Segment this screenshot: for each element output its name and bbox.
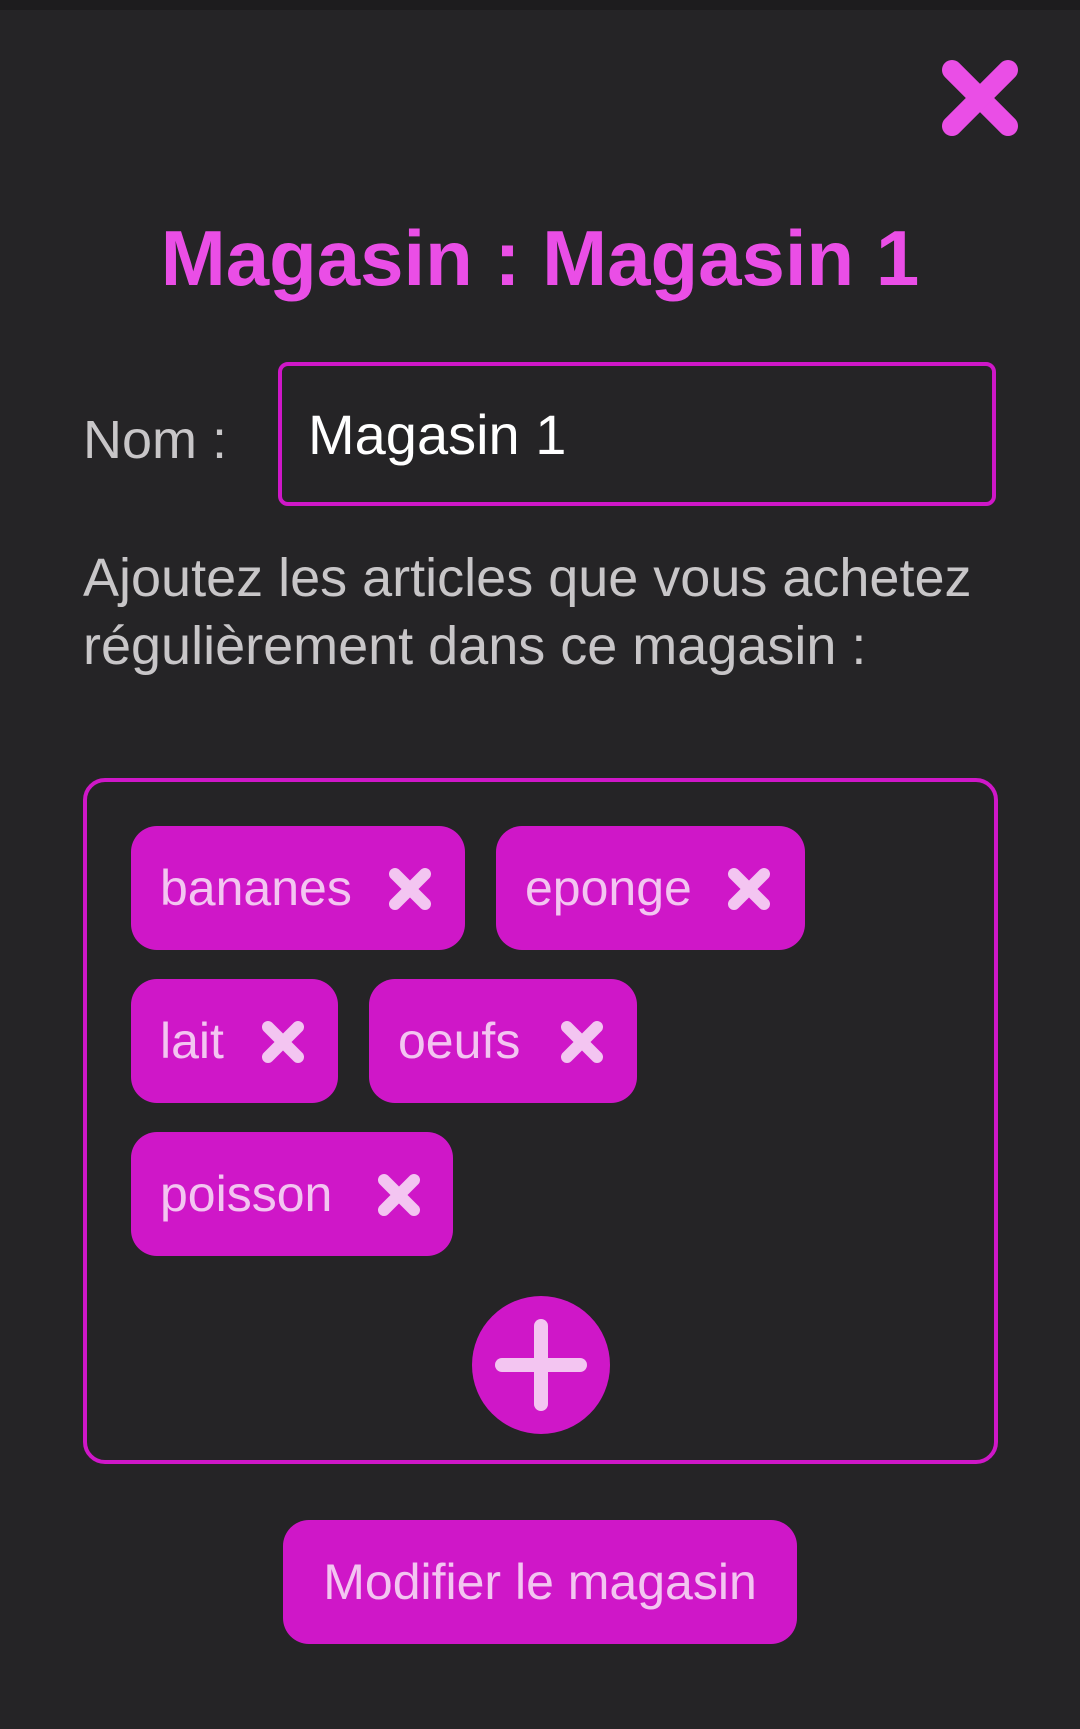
close-button[interactable] <box>940 58 1020 138</box>
article-chip-label: bananes <box>160 860 352 916</box>
status-bar-strip <box>0 0 1080 10</box>
article-chip-label: eponge <box>525 860 692 916</box>
remove-article-bananes-button[interactable] <box>387 866 433 912</box>
remove-icon <box>378 1174 420 1216</box>
remove-icon <box>389 868 431 910</box>
article-chip[interactable]: lait <box>131 979 338 1103</box>
remove-icon <box>561 1021 603 1063</box>
article-chip[interactable]: eponge <box>496 826 805 950</box>
article-chip-label: lait <box>160 1013 224 1069</box>
instructions-text: Ajoutez les articles que vous achetez ré… <box>83 548 972 676</box>
modify-store-button[interactable]: Modifier le magasin <box>283 1520 797 1644</box>
article-chip[interactable]: oeufs <box>369 979 637 1103</box>
remove-icon <box>262 1021 304 1063</box>
remove-icon <box>728 868 770 910</box>
remove-article-lait-button[interactable] <box>260 1019 306 1065</box>
name-label: Nom : <box>83 410 228 470</box>
article-chip-label: oeufs <box>398 1013 521 1069</box>
article-chip-label: poisson <box>160 1166 333 1222</box>
plus-icon <box>495 1319 587 1411</box>
page-title: Magasin : Magasin 1 <box>160 214 920 302</box>
article-chip[interactable]: bananes <box>131 826 465 950</box>
remove-article-eponge-button[interactable] <box>726 866 772 912</box>
name-input[interactable] <box>278 362 996 506</box>
article-chip[interactable]: poisson <box>131 1132 453 1256</box>
add-article-button[interactable] <box>472 1296 610 1434</box>
remove-article-poisson-button[interactable] <box>376 1172 422 1218</box>
remove-article-oeufs-button[interactable] <box>559 1019 605 1065</box>
close-icon <box>942 60 1018 136</box>
